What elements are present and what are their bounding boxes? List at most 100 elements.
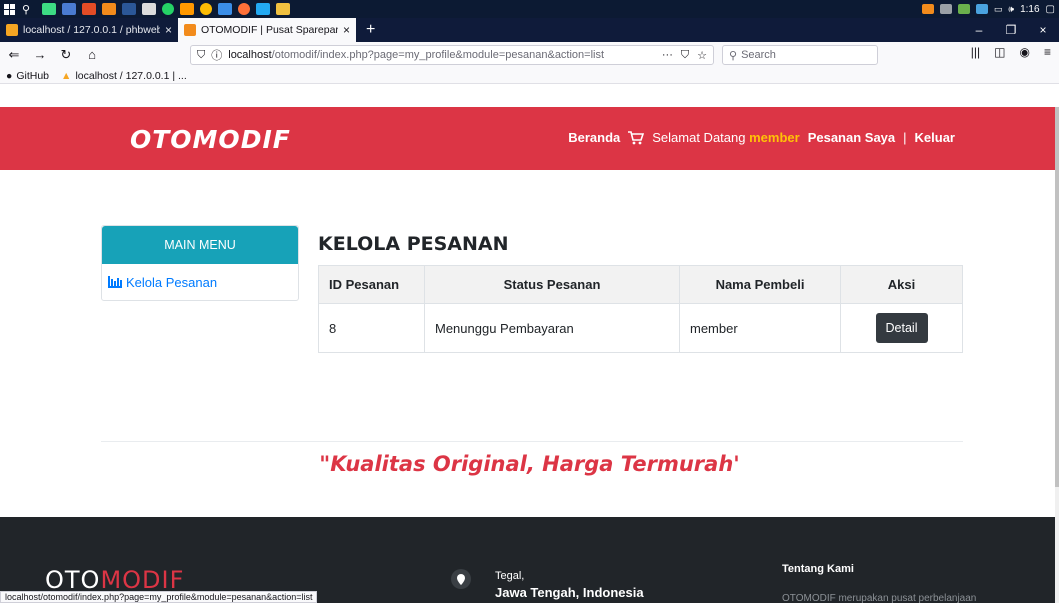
app-icon[interactable]	[82, 3, 96, 15]
close-window-button[interactable]: ×	[1027, 18, 1059, 42]
vscode-icon[interactable]	[256, 3, 270, 15]
chrome-icon[interactable]	[200, 3, 212, 15]
bookmark-label: GitHub	[16, 69, 50, 82]
nav-link-home[interactable]: Beranda	[568, 130, 620, 145]
app-icon[interactable]	[122, 3, 136, 15]
reload-icon[interactable]: ↻	[58, 47, 74, 63]
folder-icon[interactable]	[276, 3, 290, 15]
footer-about-text: OTOMODIF merupakan pusat perbelanjaan	[782, 593, 977, 603]
firefox-icon[interactable]	[238, 3, 250, 15]
volume-icon[interactable]: 🕪	[1008, 4, 1014, 15]
info-icon[interactable]: ⓘ	[211, 47, 222, 63]
bookmark-label: localhost / 127.0.0.1 | ...	[75, 69, 187, 82]
close-tab-icon[interactable]: ×	[165, 23, 172, 37]
network-icon[interactable]: ▭	[994, 4, 1003, 15]
android-icon[interactable]	[42, 3, 56, 15]
chart-icon	[108, 276, 122, 288]
back-icon[interactable]: ⇐	[6, 47, 22, 63]
close-tab-icon[interactable]: ×	[343, 23, 350, 37]
link-status-bar: localhost/otomodif/index.php?page=my_pro…	[0, 591, 318, 603]
search-input[interactable]: ⚲ Search	[722, 45, 878, 65]
search-icon[interactable]: ⚲	[22, 3, 36, 16]
tagline: "Kualitas Original, Harga Termurah'	[319, 452, 740, 476]
divider	[101, 441, 963, 442]
url-path: /otomodif/index.php?page=my_profile&modu…	[271, 49, 605, 61]
new-tab-button[interactable]: +	[356, 18, 385, 42]
sidebar-icon[interactable]: ◫	[994, 45, 1005, 59]
table-header-row: ID Pesanan Status Pesanan Nama Pembeli A…	[318, 265, 963, 304]
restore-button[interactable]: ❐	[995, 18, 1027, 42]
sidebar-item-kelola-pesanan[interactable]: Kelola Pesanan	[102, 264, 298, 300]
page-title: KELOLA PESANAN	[318, 233, 509, 255]
footer-about-title: Tentang Kami	[782, 563, 854, 575]
browser-navbar: ⇐ → ↻ ⌂ ⛉ ⓘ localhost/otomodif/index.php…	[0, 42, 1059, 84]
sidebar-item-label: Kelola Pesanan	[126, 274, 218, 290]
tray-icon[interactable]	[939, 4, 952, 14]
tab-title: OTOMODIF | Pusat Sparepart M	[201, 24, 338, 36]
bookmark-localhost[interactable]: ▲ localhost / 127.0.0.1 | ...	[61, 70, 187, 82]
xampp-icon[interactable]	[102, 3, 116, 15]
sublime-icon[interactable]	[180, 3, 194, 15]
tray-icon[interactable]	[975, 4, 988, 14]
detail-button[interactable]: Detail	[875, 313, 928, 343]
url-host: localhost	[228, 49, 272, 61]
url-bar[interactable]: ⛉ ⓘ localhost/otomodif/index.php?page=my…	[190, 45, 714, 65]
tab-strip: localhost / 127.0.0.1 / phbweb2 × OTOMOD…	[0, 18, 1059, 42]
footer-city: Tegal,	[495, 570, 525, 582]
username: member	[749, 130, 800, 145]
site-nav: Beranda Selamat Datang member Pesanan Sa…	[568, 130, 955, 145]
column-header-action: Aksi	[840, 265, 963, 304]
column-header-status: Status Pesanan	[424, 265, 680, 304]
shield-icon[interactable]: ⛉	[197, 49, 205, 62]
minimize-button[interactable]: –	[963, 18, 995, 42]
nav-separator: |	[903, 130, 907, 145]
notification-icon[interactable]: ▢	[1046, 4, 1055, 15]
app-icon[interactable]	[218, 3, 232, 15]
windows-taskbar: ⚲ ▭ 🕪 1:16 ▢	[0, 0, 1059, 18]
cell-action: Detail	[840, 303, 963, 353]
search-placeholder: Search	[741, 49, 776, 61]
home-icon[interactable]: ⌂	[84, 47, 100, 62]
table-row: 8 Menunggu Pembayaran member Detail	[318, 303, 963, 353]
phpmyadmin-icon	[6, 24, 18, 36]
column-header-buyer: Nama Pembeli	[679, 265, 841, 304]
bookmark-star-icon[interactable]: ☆	[697, 49, 707, 62]
bookmarks-bar: ● GitHub ▲ localhost / 127.0.0.1 | ...	[0, 67, 1059, 84]
tray-icon[interactable]	[921, 4, 934, 14]
footer-logo[interactable]: OTOMODIF	[45, 566, 184, 594]
scrollbar-thumb[interactable]	[1055, 107, 1059, 487]
forward-icon[interactable]: →	[32, 47, 48, 62]
app-icon[interactable]	[62, 3, 76, 15]
cell-buyer-name: member	[679, 303, 841, 353]
tab-title: localhost / 127.0.0.1 / phbweb2	[23, 24, 160, 36]
location-pin-icon	[451, 569, 471, 589]
tab-phpmyadmin[interactable]: localhost / 127.0.0.1 / phbweb2 ×	[0, 18, 178, 42]
nav-link-orders[interactable]: Pesanan Saya	[808, 130, 895, 145]
window-controls: – ❐ ×	[963, 18, 1059, 42]
search-icon: ⚲	[729, 49, 738, 62]
column-header-id: ID Pesanan	[318, 265, 425, 304]
site-header: OTOMODIF Beranda Selamat Datang member P…	[0, 107, 1055, 170]
cell-order-status: Menunggu Pembayaran	[424, 303, 680, 353]
library-icon[interactable]: |||	[971, 45, 980, 59]
cart-icon[interactable]	[628, 130, 645, 145]
bookmark-github[interactable]: ● GitHub	[6, 70, 49, 82]
tab-otomodif[interactable]: OTOMODIF | Pusat Sparepart M ×	[178, 18, 356, 42]
chat-icon[interactable]	[142, 3, 156, 15]
welcome-label: Selamat Datang	[652, 130, 746, 145]
windows-start-icon[interactable]	[0, 0, 18, 18]
sidebar-header: MAIN MENU	[102, 226, 298, 264]
page-actions-icon[interactable]: ···	[662, 49, 673, 62]
whatsapp-icon[interactable]	[162, 3, 174, 15]
pocket-icon[interactable]: ⛉	[681, 49, 689, 62]
orders-table: ID Pesanan Status Pesanan Nama Pembeli A…	[318, 265, 963, 353]
clock[interactable]: 1:16	[1020, 4, 1039, 15]
tray-icon[interactable]	[957, 4, 970, 14]
cell-order-id: 8	[318, 303, 425, 353]
xampp-icon	[184, 24, 196, 36]
footer-logo-part: OTO	[45, 566, 101, 594]
nav-link-logout[interactable]: Keluar	[915, 130, 955, 145]
account-icon[interactable]: ◉	[1020, 45, 1030, 59]
site-logo[interactable]: OTOMODIF	[130, 125, 291, 154]
menu-icon[interactable]: ≡	[1044, 45, 1051, 59]
